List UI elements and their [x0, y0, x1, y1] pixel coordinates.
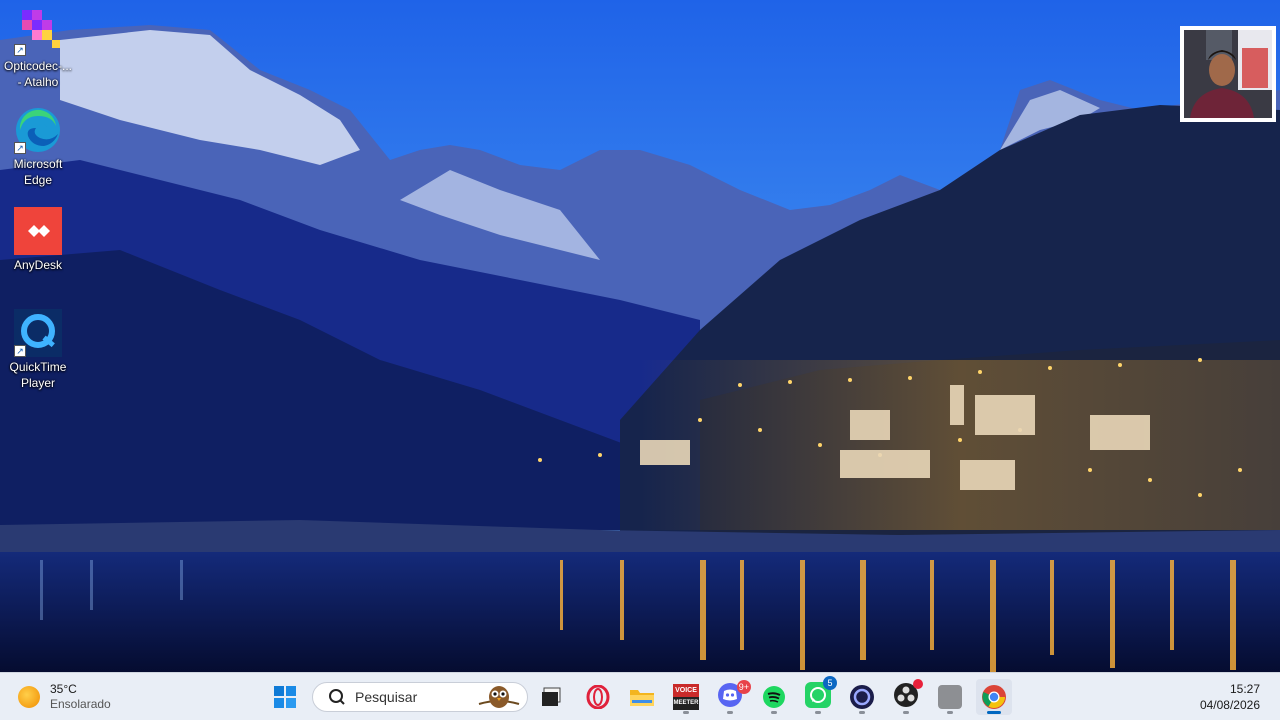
- shortcut-arrow-icon: ↗: [14, 44, 26, 56]
- obs-recording-dot: [913, 678, 923, 689]
- voicemeeter-label-bottom: MEETER: [673, 697, 699, 710]
- running-indicator: [947, 711, 953, 714]
- sun-icon: [18, 686, 40, 708]
- opticodec-icon: ↗: [14, 8, 62, 56]
- desktop-icon-label: Opticodec-... - Atalho: [3, 59, 73, 89]
- taskbar-voicemeeter[interactable]: VOICE MEETER: [668, 679, 704, 715]
- shortcut-arrow-icon: ↗: [14, 142, 26, 154]
- task-view-icon: [542, 687, 561, 706]
- discord-badge: 9+: [736, 679, 751, 694]
- desktop-wallpaper: [0, 0, 1280, 672]
- quicktime-icon: ↗: [14, 309, 62, 357]
- desktop-icon-quicktime[interactable]: ↗ QuickTime Player: [2, 309, 74, 391]
- weather-temperature: 35°C: [50, 682, 77, 696]
- folder-icon: [630, 690, 654, 706]
- running-indicator: [771, 711, 777, 714]
- shortcut-arrow-icon: ↗: [14, 345, 26, 357]
- taskbar-search[interactable]: Pesquisar: [312, 682, 528, 712]
- desktop-icon-anydesk[interactable]: AnyDesk: [2, 207, 74, 273]
- taskbar-opera[interactable]: [580, 679, 616, 715]
- taskbar-spotify[interactable]: [756, 679, 792, 715]
- desktop-icon-label: QuickTime Player: [9, 360, 67, 390]
- taskbar-file-explorer[interactable]: [624, 679, 660, 715]
- chrome-icon: [982, 685, 1006, 709]
- spotify-icon: [763, 686, 785, 708]
- taskbar-chrome[interactable]: [976, 679, 1012, 715]
- desktop-icon-opticodec[interactable]: ↗ Opticodec-... - Atalho: [2, 8, 74, 90]
- start-button[interactable]: [267, 679, 303, 715]
- circle-app-icon: [850, 685, 874, 709]
- edge-icon: ↗: [14, 106, 62, 154]
- running-indicator: [903, 711, 909, 714]
- taskbar-obs[interactable]: [888, 678, 924, 715]
- taskbar-circle-app[interactable]: [844, 679, 880, 715]
- windows-start-icon: [274, 686, 296, 708]
- voicemeeter-icon: VOICE MEETER: [673, 684, 699, 710]
- webcam-overlay: [1180, 26, 1276, 122]
- desktop-icon-edge[interactable]: ↗ Microsoft Edge: [2, 106, 74, 188]
- clock-date: 04/08/2026: [1199, 698, 1260, 712]
- running-indicator: [683, 711, 689, 714]
- anydesk-icon: [14, 207, 62, 255]
- running-indicator: [859, 711, 865, 714]
- running-indicator: [727, 711, 733, 714]
- search-icon: [329, 689, 345, 705]
- weather-widget[interactable]: 35°C Ensolarado: [18, 679, 111, 715]
- running-indicator: [815, 711, 821, 714]
- desktop-icon-label: Microsoft Edge: [13, 157, 63, 187]
- taskbar-whatsapp[interactable]: 5: [800, 675, 837, 715]
- owl-search-highlight-icon: [478, 686, 520, 708]
- taskbar-clock[interactable]: 15:27 04/08/2026: [1200, 681, 1260, 713]
- task-view-button[interactable]: [533, 679, 569, 715]
- whatsapp-badge: 5: [823, 675, 837, 690]
- taskbar: 35°C Ensolarado Pesquisar VOICE MEETER 9…: [0, 672, 1280, 720]
- taskbar-discord[interactable]: 9+: [712, 679, 751, 715]
- desktop-icon-label: AnyDesk: [13, 258, 63, 272]
- active-indicator: [987, 711, 1001, 714]
- opera-icon: [586, 685, 610, 709]
- weather-condition: Ensolarado: [50, 697, 111, 711]
- voicemeeter-label-top: VOICE: [673, 684, 699, 697]
- clock-time: 15:27: [1229, 682, 1260, 696]
- search-placeholder: Pesquisar: [355, 689, 418, 705]
- gray-app-icon: [938, 685, 962, 709]
- taskbar-gray-app[interactable]: [932, 679, 968, 715]
